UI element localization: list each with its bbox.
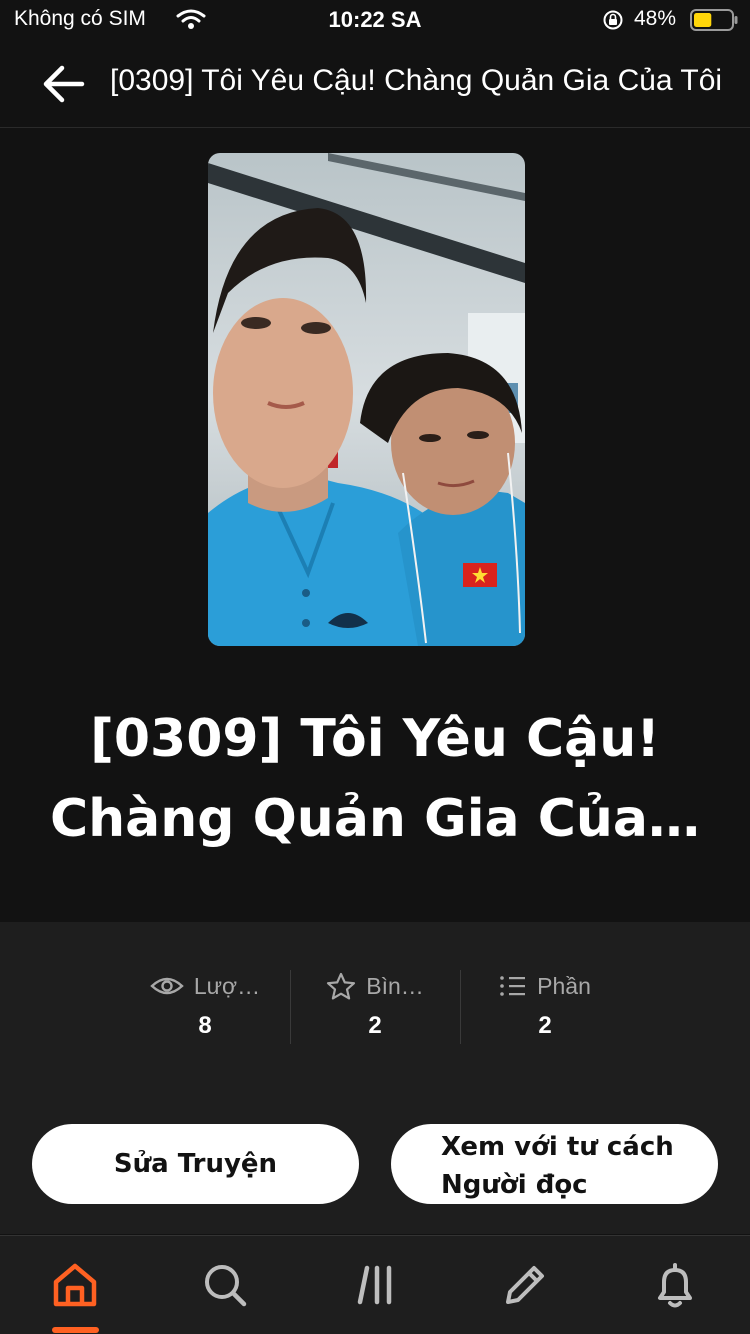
stat-parts-label: Phần [537,972,591,999]
home-icon[interactable] [48,1258,102,1312]
list-icon [500,976,526,996]
story-title-line-1: [0309] Tôi Yêu Cậu! [90,709,660,769]
edit-story-button[interactable]: Sửa Truyện [32,1124,359,1204]
active-tab-indicator [52,1327,99,1333]
orientation-lock-icon [603,10,623,30]
view-as-reader-label-line-2: Người đọc [441,1170,588,1200]
stat-parts: Phần 2 [460,968,630,1046]
stat-votes: Bìn… 2 [290,968,460,1046]
search-icon[interactable] [198,1258,252,1312]
story-header: [0309] Tôi Yêu Cậu! Chàng Quản Gia Của… [0,129,750,922]
view-as-reader-label-line-1: Xem với tư cách [441,1132,674,1162]
story-stats-panel: Lượ… 8 Bìn… 2 Phần 2 Sửa Truyện Xem với … [0,922,750,1234]
bell-icon[interactable] [648,1258,702,1312]
stat-reads-label: Lượ… [193,972,261,999]
status-bar: Không có SIM 10:22 SA 48% [0,0,750,42]
stat-votes-label: Bìn… [366,972,424,999]
nav-title: [0309] Tôi Yêu Cậu! Chàng Quản Gia Của T… [110,64,723,97]
top-nav-bar: [0309] Tôi Yêu Cậu! Chàng Quản Gia Của T… [0,42,750,128]
story-title: [0309] Tôi Yêu Cậu! Chàng Quản Gia Của… [40,699,710,859]
stat-reads-value: 8 [198,1012,212,1039]
battery-icon [690,9,738,31]
story-title-line-2: Chàng Quản Gia Của… [49,789,701,849]
bottom-tab-bar [0,1235,750,1334]
view-as-reader-button[interactable]: Xem với tư cách Người đọc [391,1124,718,1204]
stat-parts-value: 2 [538,1012,552,1039]
story-cover-image[interactable] [208,153,525,646]
stat-reads: Lượ… 8 [120,968,290,1046]
battery-percent: 48% [634,7,677,30]
edit-story-label: Sửa Truyện [113,1149,278,1179]
eye-icon [150,977,184,995]
star-icon [327,972,356,1000]
library-icon[interactable] [349,1258,403,1312]
pencil-icon[interactable] [498,1258,552,1312]
arrow-left-icon[interactable] [40,62,88,106]
stat-votes-value: 2 [368,1012,382,1039]
